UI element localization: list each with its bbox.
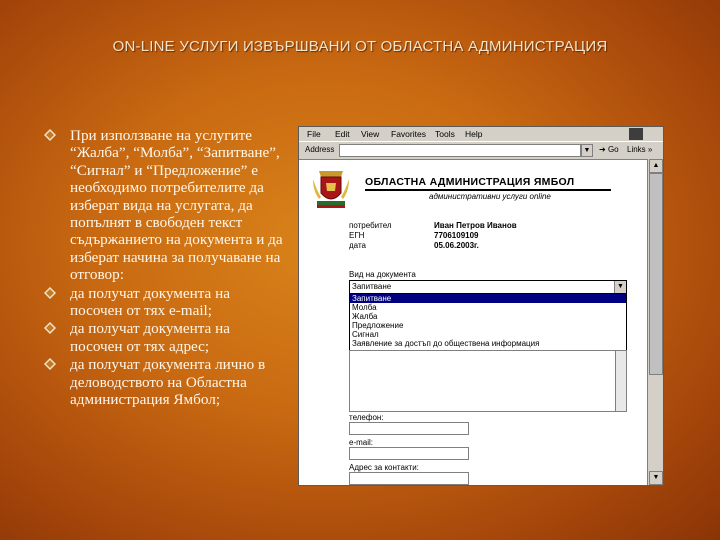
doc-option[interactable]: Запитване [350, 294, 626, 303]
bullet-text: да получат документа лично в деловодство… [70, 356, 266, 409]
windows-logo-icon [629, 128, 643, 140]
address-dropdown-icon[interactable]: ▼ [581, 144, 593, 157]
go-button[interactable]: ➜ Go [599, 145, 619, 154]
doc-option[interactable]: Жалба [350, 312, 626, 321]
email-label: e-mail: [349, 438, 374, 447]
menu-favorites[interactable]: Favorites [391, 129, 426, 139]
chevron-down-icon[interactable]: ▼ [614, 281, 626, 293]
menu-tools[interactable]: Tools [435, 129, 455, 139]
email-input[interactable] [349, 447, 469, 460]
title-divider [365, 189, 611, 191]
diamond-bullet-icon [44, 286, 56, 299]
diamond-bullet-icon [44, 129, 56, 141]
page-scrollbar[interactable]: ▲ ▼ [647, 159, 663, 485]
address-label: Address [305, 145, 335, 154]
links-button[interactable]: Links » [627, 145, 652, 154]
document-text-area[interactable] [349, 350, 627, 412]
menu-view[interactable]: View [361, 129, 379, 139]
user-value: Иван Петров Иванов [434, 221, 517, 230]
phone-label: телефон: [349, 413, 384, 422]
scroll-down-icon[interactable]: ▼ [649, 471, 663, 485]
diamond-bullet-icon [44, 358, 56, 371]
doc-type-selected: Запитване [352, 282, 392, 291]
menu-file[interactable]: File [307, 129, 321, 139]
bullet-text: При използване на услугите “Жалба”, “Мол… [70, 127, 283, 284]
phone-input[interactable] [349, 422, 469, 435]
bullet-list: При използване на услугите “Жалба”, “Мол… [44, 127, 284, 410]
bullet-item: да получат документа на посочен от тях а… [44, 320, 284, 355]
scroll-up-icon[interactable]: ▲ [649, 159, 663, 173]
bullet-text: да получат документа на посочен от тях e… [70, 284, 230, 320]
textarea-scrollbar[interactable] [615, 351, 626, 411]
doc-option[interactable]: Молба [350, 303, 626, 312]
address-bar: Address ▼ ➜ Go Links » [299, 141, 663, 160]
browser-screenshot: File Edit View Favorites Tools Help Addr… [298, 126, 664, 486]
org-title: ОБЛАСТНА АДМИНИСТРАЦИЯ ЯМБОЛ [365, 176, 575, 188]
doc-option[interactable]: Предложение [350, 321, 626, 330]
menu-bar: File Edit View Favorites Tools Help [299, 127, 663, 141]
diamond-bullet-icon [44, 322, 56, 335]
egn-value: 7706109109 [434, 231, 479, 240]
doc-option[interactable]: Сигнал [350, 330, 626, 339]
user-label: потребител [349, 221, 392, 230]
coat-of-arms-icon [313, 171, 349, 208]
go-label: Go [607, 145, 619, 154]
doc-type-label: Вид на документа [349, 270, 416, 279]
doc-type-select[interactable]: Запитване ▼ [349, 280, 627, 294]
scroll-thumb[interactable] [649, 173, 663, 375]
bullet-item: да получат документа лично в деловодство… [44, 356, 284, 408]
bullet-text: да получат документа на посочен от тях а… [70, 320, 230, 355]
contact-address-input[interactable] [349, 472, 469, 485]
bullet-item: При използване на услугите “Жалба”, “Мол… [44, 127, 284, 284]
page-content: ОБЛАСТНА АДМИНИСТРАЦИЯ ЯМБОЛ администрат… [299, 159, 647, 485]
slide-title: ON-LINE УСЛУГИ ИЗВЪРШВАНИ ОТ ОБЛАСТНА АД… [112, 38, 608, 55]
menu-edit[interactable]: Edit [335, 129, 350, 139]
date-value: 05.06.2003г. [434, 241, 479, 250]
date-label: дата [349, 241, 366, 250]
doc-type-options: Запитване Молба Жалба Предложение Сигнал… [349, 293, 627, 351]
contact-address-label: Адрес за контакти: [349, 463, 419, 472]
menu-help[interactable]: Help [465, 129, 482, 139]
egn-label: ЕГН [349, 231, 365, 240]
bullet-item: да получат документа на посочен от тях e… [44, 285, 284, 320]
org-subtitle: административни услуги online [429, 192, 551, 201]
address-input[interactable] [339, 144, 581, 157]
doc-option[interactable]: Заявление за достъп до обществена информ… [350, 339, 626, 348]
